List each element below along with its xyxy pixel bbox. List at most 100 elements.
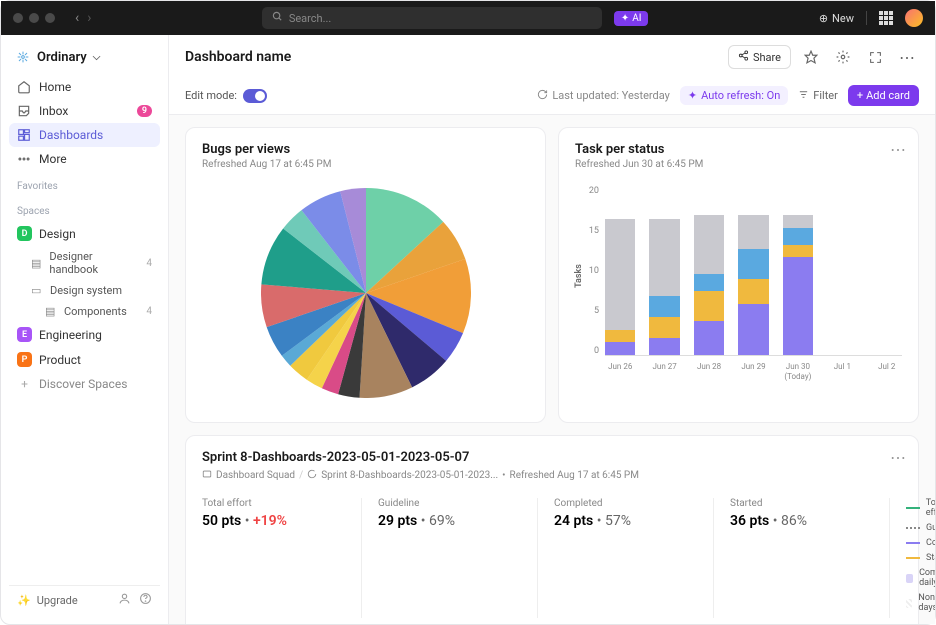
sparkle-icon: ✦ xyxy=(688,89,697,102)
space-engineering[interactable]: E Engineering xyxy=(9,322,160,347)
add-card-button[interactable]: + Add card xyxy=(848,85,919,106)
star-button[interactable] xyxy=(799,45,823,69)
apps-icon[interactable] xyxy=(879,11,893,25)
search-placeholder: Search... xyxy=(289,12,332,25)
autorefresh-label: Auto refresh: On xyxy=(701,89,780,102)
space-product[interactable]: P Product xyxy=(9,347,160,372)
filter-button[interactable]: Filter xyxy=(798,89,838,103)
crumb-refreshed: Refreshed Aug 17 at 6:45 PM xyxy=(510,470,639,481)
crumb-team[interactable]: Dashboard Squad xyxy=(216,470,295,481)
sidebar-item-label: Inbox xyxy=(39,104,68,118)
brand-logo-icon xyxy=(15,49,31,65)
ai-button[interactable]: ✦ AI xyxy=(614,11,649,26)
sidebar: Ordinary ⌵ Home Inbox 9 Dashboards More … xyxy=(1,35,169,624)
help-icon[interactable] xyxy=(139,592,152,608)
share-icon xyxy=(738,50,749,64)
card-title: Task per status xyxy=(575,142,902,157)
card-bugs-per-views: Bugs per views Refreshed Aug 17 at 6:45 … xyxy=(185,127,546,423)
sprint-legend: Total effort Guideline Completed Started… xyxy=(906,498,935,618)
sub-item-label: Design system xyxy=(50,284,122,297)
filter-icon xyxy=(798,89,809,103)
brand-name: Ordinary xyxy=(37,50,87,65)
space-sub-designer-handbook[interactable]: ▤ Designer handbook 4 xyxy=(9,246,160,280)
sidebar-item-inbox[interactable]: Inbox 9 xyxy=(9,99,160,123)
card-title: Bugs per views xyxy=(202,142,529,157)
pie-chart xyxy=(261,188,471,398)
expand-button[interactable] xyxy=(863,45,887,69)
last-updated: Last updated: Yesterday xyxy=(537,89,670,103)
chevron-down-icon: ⌵ xyxy=(93,52,101,63)
sparkle-icon: ✨ xyxy=(17,594,31,607)
inbox-icon xyxy=(17,104,31,118)
space-sub-design-system[interactable]: ▭ Design system xyxy=(9,280,160,301)
sub-item-label: Components xyxy=(64,305,127,318)
more-button[interactable]: ⋯ xyxy=(895,45,919,69)
sidebar-item-label: Dashboards xyxy=(39,128,103,142)
space-label: Design xyxy=(39,227,76,241)
space-label: Product xyxy=(39,353,81,367)
card-menu-button[interactable]: ⋯ xyxy=(890,140,906,159)
card-subtitle: Refreshed Aug 17 at 6:45 PM xyxy=(202,159,529,170)
share-label: Share xyxy=(753,51,781,64)
search-icon xyxy=(272,11,283,25)
sprint-icon xyxy=(307,469,317,482)
add-card-label: Add card xyxy=(866,89,910,102)
sidebar-item-home[interactable]: Home xyxy=(9,75,160,99)
user-icon[interactable] xyxy=(118,592,131,608)
space-badge-icon: P xyxy=(17,352,32,367)
card-menu-button[interactable]: ⋯ xyxy=(890,448,906,467)
discover-spaces[interactable]: + Discover Spaces xyxy=(9,372,160,396)
space-sub-components[interactable]: ▤ Components 4 xyxy=(9,301,160,322)
sidebar-section-spaces: Spaces xyxy=(9,196,160,221)
space-design[interactable]: D Design xyxy=(9,221,160,246)
share-button[interactable]: Share xyxy=(728,45,791,69)
sub-item-count: 4 xyxy=(146,258,152,269)
forward-button[interactable]: › xyxy=(87,10,91,26)
space-badge-icon: D xyxy=(17,226,32,241)
document-icon: ▤ xyxy=(31,257,42,270)
ai-label: AI xyxy=(632,13,641,24)
card-sprint: ⋯ Sprint 8-Dashboards-2023-05-01-2023-05… xyxy=(185,435,919,624)
search-input[interactable]: Search... xyxy=(262,7,602,29)
metric-started: Started 36 pts • 86% xyxy=(730,498,890,618)
sidebar-item-label: Home xyxy=(39,80,71,94)
plus-circle-icon: ⊕ xyxy=(819,12,828,25)
edit-mode-label: Edit mode: xyxy=(185,89,237,102)
workspace-switcher[interactable]: Ordinary ⌵ xyxy=(9,45,160,75)
home-icon xyxy=(17,80,31,94)
sparkle-icon: ✦ xyxy=(621,13,629,24)
refresh-icon xyxy=(537,89,548,103)
bar-chart: Tasks 20151050 Jun 26Jun 27Jun 28Jun 29J… xyxy=(575,186,902,386)
new-label: New xyxy=(832,12,854,25)
inbox-badge: 9 xyxy=(137,105,152,117)
crumb-sprint[interactable]: Sprint 8-Dashboards-2023-05-01-2023... xyxy=(321,470,498,481)
sidebar-item-label: More xyxy=(39,152,67,166)
avatar[interactable] xyxy=(905,9,923,27)
sub-item-label: Designer handbook xyxy=(49,250,139,276)
autorefresh-button[interactable]: ✦ Auto refresh: On xyxy=(680,86,788,105)
card-subtitle: Refreshed Jun 30 at 6:45 PM xyxy=(575,159,902,170)
sub-item-count: 4 xyxy=(146,306,152,317)
card-title: Sprint 8-Dashboards-2023-05-01-2023-05-0… xyxy=(202,450,902,465)
sidebar-item-more[interactable]: More xyxy=(9,147,160,171)
page-title: Dashboard name xyxy=(185,49,291,65)
card-task-per-status: ⋯ Task per status Refreshed Jun 30 at 6:… xyxy=(558,127,919,423)
plus-icon: + xyxy=(17,377,32,391)
space-badge-icon: E xyxy=(17,327,32,342)
settings-button[interactable] xyxy=(831,45,855,69)
back-button[interactable]: ‹ xyxy=(75,10,79,26)
new-button[interactable]: ⊕ New xyxy=(819,12,854,25)
dashboard-icon xyxy=(17,128,31,142)
titlebar: ‹ › Search... ✦ AI ⊕ New xyxy=(1,1,935,35)
sidebar-item-dashboards[interactable]: Dashboards xyxy=(9,123,160,147)
space-label: Discover Spaces xyxy=(39,377,127,391)
window-controls[interactable] xyxy=(13,13,55,23)
plus-icon: + xyxy=(857,89,863,102)
document-icon: ▤ xyxy=(45,305,57,318)
team-icon xyxy=(202,469,212,482)
filter-label: Filter xyxy=(813,89,838,102)
more-icon xyxy=(17,152,31,166)
edit-mode-toggle[interactable] xyxy=(243,89,267,103)
metric-completed: Completed 24 pts • 57% xyxy=(554,498,714,618)
upgrade-button[interactable]: Upgrade xyxy=(37,594,78,607)
